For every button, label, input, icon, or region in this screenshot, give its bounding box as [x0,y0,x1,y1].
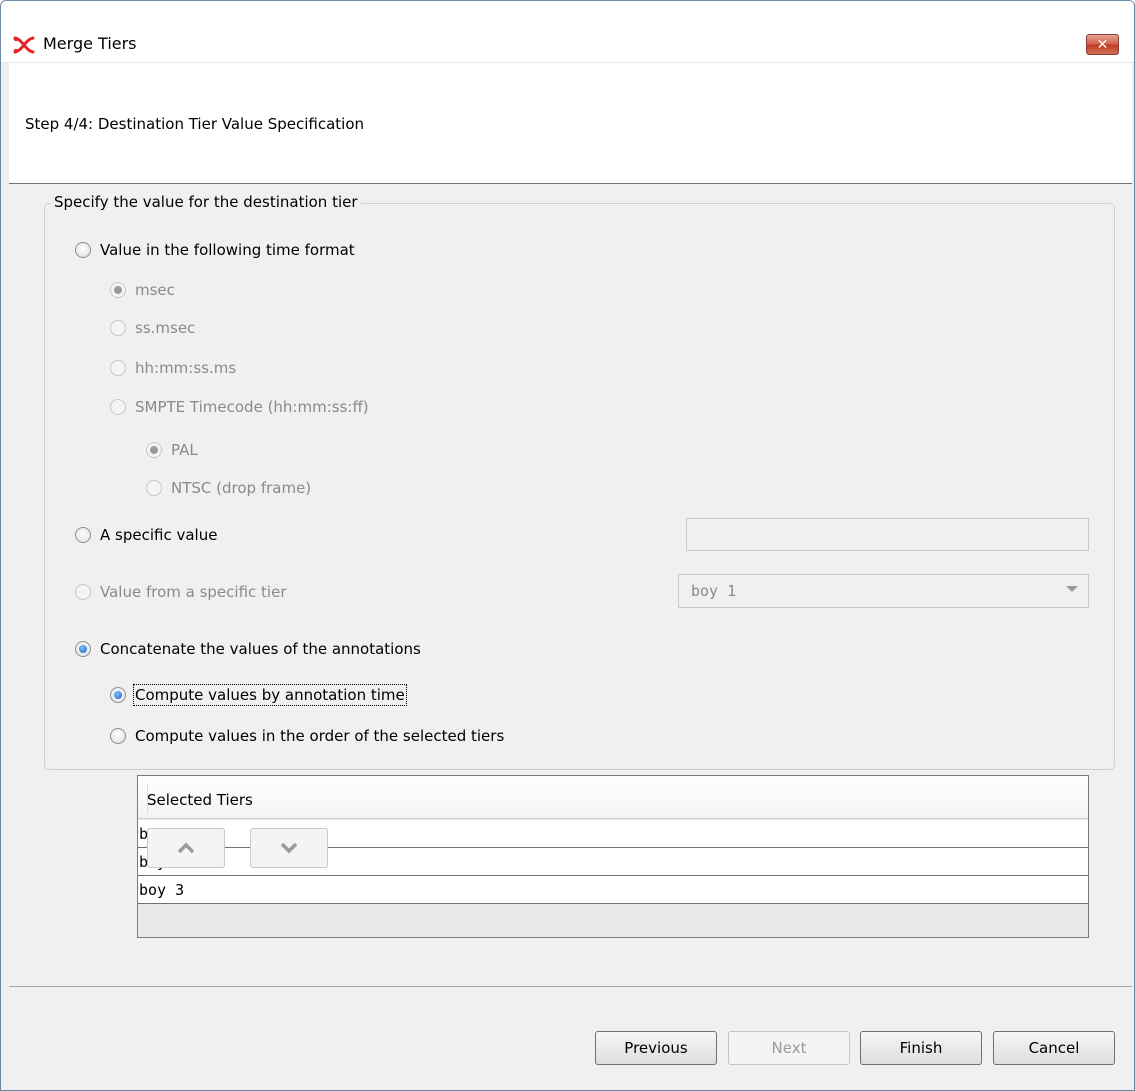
radio-button [110,282,126,298]
column-header-selected-tiers: Selected Tiers [147,791,253,809]
radio-button [110,360,126,376]
title-bar[interactable]: Merge Tiers ✕ [1,1,1134,63]
radio-label: A specific value [100,526,218,544]
step-header: Step 4/4: Destination Tier Value Specifi… [9,63,1132,184]
radio-ss-msec: ss.msec [110,319,195,337]
radio-button [110,320,126,336]
group-legend: Specify the value for the destination ti… [51,193,361,211]
finish-button[interactable]: Finish [860,1031,982,1065]
radio-button [75,584,91,600]
table-header[interactable]: Selected Tiers [138,776,1088,819]
radio-button[interactable] [75,242,91,258]
radio-button[interactable] [75,527,91,543]
radio-button[interactable] [75,641,91,657]
radio-by-annotation-time[interactable]: Compute values by annotation time [110,684,407,706]
radio-button [146,442,162,458]
close-icon: ✕ [1096,36,1109,53]
step-label: Step 4/4: Destination Tier Value Specifi… [25,115,365,133]
radio-smpte: SMPTE Timecode (hh:mm:ss:ff) [110,398,369,416]
tier-select-value: boy 1 [691,582,737,600]
move-down-button[interactable] [250,828,328,868]
footer-divider [9,986,1132,987]
previous-button[interactable]: Previous [595,1031,717,1065]
cancel-button[interactable]: Cancel [993,1031,1115,1065]
radio-button [110,399,126,415]
radio-msec: msec [110,281,175,299]
next-button[interactable]: Next [728,1031,850,1065]
radio-specific-value[interactable]: A specific value [75,526,217,544]
radio-label: Concatenate the values of the annotation… [100,640,421,658]
chevron-down-icon [280,842,298,854]
radio-label: NTSC (drop frame) [171,479,312,497]
radio-label: msec [135,281,175,299]
move-up-button[interactable] [147,828,225,868]
radio-by-tier-order[interactable]: Compute values in the order of the selec… [110,727,504,745]
header-divider [147,784,148,814]
tier-cell: boy 3 [139,881,185,899]
radio-label: Compute values in the order of the selec… [135,727,505,745]
radio-value-from-tier: Value from a specific tier [75,583,286,601]
radio-pal: PAL [146,441,198,459]
radio-label: SMPTE Timecode (hh:mm:ss:ff) [135,398,369,416]
tier-select[interactable]: boy 1 [678,574,1089,608]
radio-label: hh:mm:ss.ms [135,359,237,377]
radio-time-format[interactable]: Value in the following time format [75,241,355,259]
radio-label: PAL [171,441,198,459]
radio-button[interactable] [110,728,126,744]
specific-value-input[interactable] [686,518,1089,551]
merge-tiers-dialog: Merge Tiers ✕ Step 4/4: Destination Tier… [0,0,1135,1091]
window-title: Merge Tiers [43,34,137,53]
radio-button [146,480,162,496]
radio-label: Value from a specific tier [100,583,287,601]
radio-label: Value in the following time format [100,241,355,259]
radio-ntsc: NTSC (drop frame) [146,479,311,497]
radio-button[interactable] [110,687,126,703]
app-icon [13,36,35,54]
close-button[interactable]: ✕ [1086,34,1119,55]
radio-hh-mm-ss-ms: hh:mm:ss.ms [110,359,236,377]
radio-label: ss.msec [135,319,196,337]
radio-label: Compute values by annotation time [133,684,407,706]
chevron-down-icon [1066,586,1078,592]
chevron-up-icon [177,842,195,854]
table-row[interactable]: boy 3 [138,876,1088,904]
radio-concatenate[interactable]: Concatenate the values of the annotation… [75,640,421,658]
